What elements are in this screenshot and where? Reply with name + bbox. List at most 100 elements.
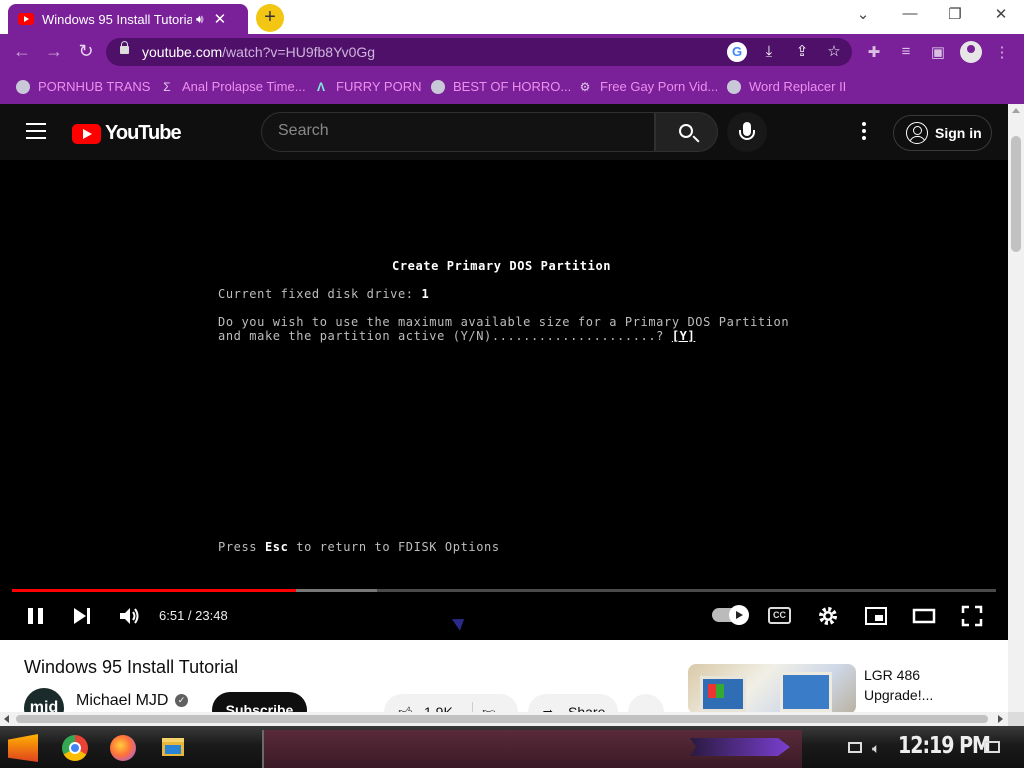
youtube-header: YouTube Sign in: [0, 104, 1008, 160]
dos-footer: Press Esc to return to FDISK Options: [218, 540, 500, 554]
new-tab-button[interactable]: +: [256, 4, 284, 32]
youtube-play-icon: [72, 123, 101, 144]
chrome-taskbar-icon[interactable]: [62, 735, 88, 761]
hamburger-menu-icon[interactable]: [26, 123, 46, 139]
taskbar: [0, 726, 1024, 768]
more-actions-button[interactable]: ...: [628, 694, 664, 712]
maximize-button[interactable]: ❐: [940, 5, 970, 23]
globe-icon: [431, 79, 445, 94]
lock-icon[interactable]: [120, 41, 129, 54]
firefox-taskbar-icon[interactable]: [110, 735, 136, 761]
address-bar[interactable]: youtube.com/watch?v=HU9fb8Yv0Gg G ⤓ ⇪ ☆: [106, 38, 852, 66]
extensions-icon[interactable]: ✚: [864, 43, 884, 61]
fullscreen-icon[interactable]: [960, 604, 984, 628]
account-circle-icon: [906, 122, 928, 144]
scrollbar-corner: [1008, 712, 1024, 726]
like-count[interactable]: 1.9K: [424, 694, 453, 712]
video-player[interactable]: Create Primary DOS Partition Current fix…: [0, 160, 1008, 640]
vertical-scrollbar[interactable]: [1008, 104, 1024, 712]
volume-tray-icon[interactable]: 🔈︎: [872, 740, 880, 757]
search-icon: [679, 124, 693, 138]
channel-name[interactable]: Michael MJD: [76, 692, 168, 710]
side-panel-icon[interactable]: ▣: [928, 43, 948, 61]
share-icon[interactable]: ⇪: [792, 42, 812, 62]
video-title: Windows 95 Install Tutorial: [24, 657, 239, 677]
start-button-icon[interactable]: [8, 734, 38, 762]
thumbs-down-icon[interactable]: 👎︎: [482, 694, 496, 712]
time-display: 6:51 / 23:48: [159, 608, 228, 623]
bookmark-item[interactable]: Λ FURRY PORN: [314, 79, 422, 94]
bookmark-star-icon[interactable]: ☆: [824, 42, 844, 62]
theater-mode-icon[interactable]: [912, 604, 936, 628]
bookmark-item[interactable]: BEST OF HORRO...: [431, 79, 571, 94]
video-info-section: Windows 95 Install Tutorial mjd Michael …: [0, 640, 1008, 712]
like-dislike-group: 👍︎ 1.9K 👎︎: [384, 694, 518, 712]
notifications-icon[interactable]: [984, 741, 1000, 753]
subscribe-button[interactable]: Subscribe: [212, 692, 307, 712]
browser-tab-active[interactable]: Windows 95 Install Tutorial 🔊︎ ✕: [8, 4, 248, 34]
subtitles-button[interactable]: CC: [768, 607, 791, 624]
recommended-video-thumbnail[interactable]: [688, 664, 856, 712]
install-app-icon[interactable]: ⤓: [759, 42, 779, 62]
dos-question-line-1: Do you wish to use the maximum available…: [218, 315, 790, 329]
settings-menu-icon[interactable]: [856, 122, 872, 142]
tab-close-button[interactable]: ✕: [214, 10, 227, 28]
dos-question-line-2: and make the partition active (Y/N).....…: [218, 329, 696, 343]
mouse-cursor-icon: [451, 613, 469, 631]
youtube-favicon-icon: [18, 13, 34, 25]
back-button[interactable]: ←: [10, 41, 34, 62]
browser-menu-icon[interactable]: ⋮: [992, 43, 1012, 61]
scroll-up-arrow-icon[interactable]: [1012, 108, 1020, 113]
recommended-video-title[interactable]: LGR 486 Upgrade!...: [864, 665, 984, 705]
bookmark-item[interactable]: PORNHUB TRANS: [16, 79, 150, 94]
taskbar-decoration: [690, 738, 790, 756]
settings-gear-icon[interactable]: [816, 604, 840, 628]
video-progress-bar[interactable]: [12, 589, 996, 592]
reload-button[interactable]: ↻: [74, 41, 98, 62]
horizontal-scrollbar[interactable]: [0, 712, 1008, 726]
tab-search-button[interactable]: ⌄: [848, 5, 878, 23]
media-control-icon[interactable]: ≡: [896, 43, 916, 60]
autoplay-toggle[interactable]: [712, 605, 749, 625]
verified-check-icon: ✓: [175, 694, 188, 707]
search-input[interactable]: [278, 122, 638, 140]
globe-icon: [727, 79, 741, 94]
volume-icon[interactable]: [117, 604, 141, 628]
scroll-right-arrow-icon[interactable]: [998, 715, 1003, 723]
voice-search-button[interactable]: [727, 112, 767, 152]
close-window-button[interactable]: ✕: [986, 5, 1016, 23]
forward-button[interactable]: →: [42, 41, 66, 62]
windows-flag-icon: [708, 684, 724, 698]
network-icon[interactable]: [848, 742, 862, 753]
scrollbar-thumb[interactable]: [16, 715, 988, 723]
search-button[interactable]: [655, 112, 718, 152]
next-video-icon[interactable]: [70, 604, 94, 628]
speaker-icon[interactable]: 🔊︎: [196, 12, 204, 27]
url-text[interactable]: youtube.com/watch?v=HU9fb8Yv0Gg: [142, 44, 375, 60]
played-bar: [12, 589, 297, 592]
system-clock[interactable]: 12:19 PM: [898, 733, 991, 759]
sign-in-button[interactable]: Sign in: [893, 115, 992, 151]
globe-icon: [16, 79, 30, 94]
scroll-left-arrow-icon[interactable]: [4, 715, 9, 723]
channel-avatar[interactable]: mjd: [24, 688, 64, 712]
google-lens-icon[interactable]: G: [727, 42, 747, 62]
search-box[interactable]: [261, 112, 655, 152]
pause-icon[interactable]: [24, 604, 48, 628]
bookmark-item[interactable]: Word Replacer II: [727, 79, 846, 94]
lambda-icon: Λ: [316, 79, 325, 94]
file-explorer-taskbar-icon[interactable]: [162, 738, 184, 756]
bookmark-item[interactable]: ⚙ Free Gay Porn Vid...: [578, 79, 719, 94]
dos-heading: Create Primary DOS Partition: [392, 259, 612, 273]
youtube-logo[interactable]: YouTube: [72, 122, 182, 145]
sigma-icon: Σ: [163, 79, 171, 94]
minimize-button[interactable]: —: [895, 5, 925, 22]
miniplayer-icon[interactable]: [864, 604, 888, 628]
divider: [472, 702, 473, 712]
scrollbar-thumb[interactable]: [1011, 136, 1021, 252]
thumbs-up-icon[interactable]: 👍︎: [398, 694, 413, 712]
bookmark-item[interactable]: Σ Anal Prolapse Time...: [160, 79, 305, 94]
profile-avatar-icon[interactable]: [960, 41, 982, 63]
share-button[interactable]: ➦ Share: [528, 694, 618, 712]
share-arrow-icon: ➦: [542, 704, 554, 712]
